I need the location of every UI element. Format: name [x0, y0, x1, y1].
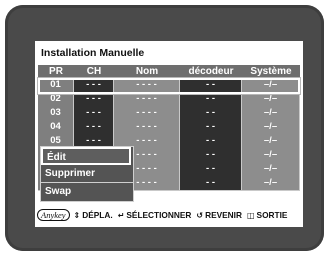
cell-systeme: –/–	[242, 120, 299, 134]
cell-decodeur: - -	[180, 148, 241, 162]
return-arrow-icon: ↺	[196, 210, 204, 220]
row-action-menu: Édit Supprimer Swap	[40, 146, 134, 202]
cell-decodeur: - -	[180, 120, 241, 134]
cell-systeme: –/–	[242, 176, 299, 190]
tv-frame: Installation Manuelle PR CH Nom décodeur…	[5, 5, 324, 251]
osd-screen: Installation Manuelle PR CH Nom décodeur…	[35, 41, 303, 227]
table-row[interactable]: 03- - -- - - -- - –/–	[38, 106, 300, 120]
cell-pr: 04	[38, 120, 73, 134]
cell-decodeur: - -	[180, 78, 241, 92]
hint-select-label: SÉLECTIONNER	[126, 210, 192, 220]
column-header-systeme: Système	[250, 66, 292, 77]
cell-decodeur: - -	[180, 106, 241, 120]
hint-return: ↺ REVENIR	[196, 210, 242, 220]
cell-decodeur: - -	[180, 92, 241, 106]
cell-pr: 03	[38, 106, 73, 120]
menu-item-edit[interactable]: Édit	[41, 147, 131, 165]
hint-select: ↵ SÉLECTIONNER	[118, 210, 192, 220]
table-header: PR CH Nom décodeur Système	[38, 65, 300, 78]
cell-systeme: –/–	[242, 148, 299, 162]
cell-ch: - - -	[74, 106, 113, 120]
cell-systeme: –/–	[242, 134, 299, 148]
button-hint-bar: Anykey ⇕ DÉPLA. ↵ SÉLECTIONNER ↺ REVENIR…	[35, 207, 303, 223]
cell-pr: 01	[38, 78, 73, 92]
table-row[interactable]: 01- - -- - - -- - –/–	[38, 78, 300, 92]
hint-exit: ◫ SORTIE	[247, 210, 287, 220]
hint-return-label: REVENIR	[205, 210, 242, 220]
column-header-decodeur: décodeur	[188, 66, 234, 77]
cell-decodeur: - -	[180, 162, 241, 176]
cell-systeme: –/–	[242, 92, 299, 106]
cell-ch: - - -	[74, 78, 113, 92]
column-header-nom: Nom	[135, 66, 159, 77]
cell-systeme: –/–	[242, 78, 299, 92]
exit-icon: ◫	[246, 210, 255, 220]
cell-nom: - - - -	[114, 92, 179, 106]
hint-exit-label: SORTIE	[256, 210, 288, 220]
page-title: Installation Manuelle	[41, 47, 145, 59]
cell-systeme: –/–	[242, 162, 299, 176]
hint-move-label: DÉPLA.	[82, 210, 113, 220]
cell-pr: 02	[38, 92, 73, 106]
menu-item-swap[interactable]: Swap	[41, 183, 133, 201]
menu-item-supprimer[interactable]: Supprimer	[41, 165, 133, 183]
anykey-badge[interactable]: Anykey	[37, 209, 70, 221]
table-row[interactable]: 04- - -- - - -- - –/–	[38, 120, 300, 134]
cell-nom: - - - -	[114, 106, 179, 120]
column-header-pr: PR	[49, 66, 63, 77]
column-header-ch: CH	[86, 66, 102, 77]
cell-decodeur: - -	[180, 134, 241, 148]
cell-decodeur: - -	[180, 176, 241, 190]
cell-ch: - - -	[74, 92, 113, 106]
hint-move: ⇕ DÉPLA.	[74, 210, 113, 220]
enter-icon: ↵	[117, 210, 125, 220]
cell-nom: - - - -	[114, 78, 179, 92]
cell-ch: - - -	[74, 120, 113, 134]
up-down-arrows-icon: ⇕	[73, 210, 81, 220]
cell-nom: - - - -	[114, 120, 179, 134]
cell-systeme: –/–	[242, 106, 299, 120]
table-row[interactable]: 02- - -- - - -- - –/–	[38, 92, 300, 106]
